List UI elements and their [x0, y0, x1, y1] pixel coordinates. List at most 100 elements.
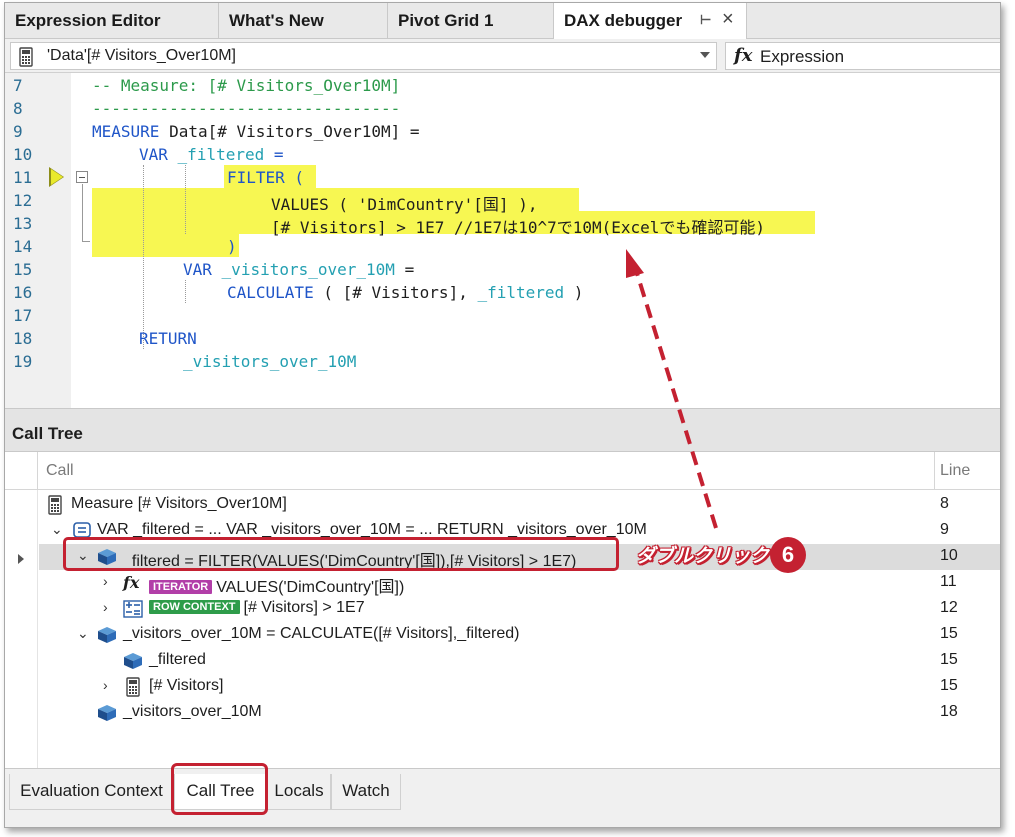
- tab-watch[interactable]: Watch: [331, 774, 401, 810]
- indent-guide: [143, 165, 144, 349]
- code-keyword: VAR: [139, 145, 168, 164]
- expression-label: Expression: [760, 47, 845, 66]
- line-number: 17: [13, 306, 33, 325]
- tab-label: DAX debugger: [564, 11, 683, 30]
- call-tree-header: Call Tree: [5, 416, 1000, 452]
- measure-dropdown[interactable]: 'Data'[# Visitors_Over10M]: [10, 42, 717, 70]
- tab-whats-new[interactable]: What's New: [219, 3, 388, 39]
- fold-line: [82, 184, 83, 242]
- code-variable: _visitors_over_10M: [221, 260, 395, 279]
- tab-label: Expression Editor: [15, 11, 161, 30]
- chevron-down-icon[interactable]: ⌄: [77, 625, 89, 642]
- code-keyword: FILTER: [227, 168, 285, 187]
- tree-row-line: 8: [940, 495, 949, 512]
- line-number: 8: [13, 99, 23, 118]
- code-variable: _filtered: [477, 283, 565, 302]
- tab-label: What's New: [229, 11, 324, 30]
- bottom-tab-bar: Evaluation Context Call Tree Locals Watc…: [5, 768, 1000, 827]
- tree-row[interactable]: › [# Visitors] 15: [39, 674, 1000, 700]
- code-line: -- Measure: [# Visitors_Over10M]: [92, 76, 401, 95]
- call-tree-grid[interactable]: Call Line Measure [# Visitors_Over10M] 8…: [5, 452, 1000, 768]
- calculator-icon: [126, 677, 140, 697]
- line-number: 14: [13, 237, 33, 256]
- selector-row: 'Data'[# Visitors_Over10M] fx Expression: [5, 39, 1000, 72]
- tab-locals[interactable]: Locals: [267, 774, 331, 810]
- current-statement-highlight: [92, 234, 239, 257]
- line-number: 13: [13, 214, 33, 233]
- line-number: 19: [13, 352, 33, 371]
- pin-icon[interactable]: ⊢: [700, 12, 711, 28]
- tab-expression-editor[interactable]: Expression Editor: [5, 3, 219, 39]
- code-line: CALCULATE ( [# Visitors], _filtered ): [227, 283, 583, 302]
- row-context-icon: [123, 600, 143, 618]
- panel-splitter[interactable]: [5, 408, 1000, 416]
- indent-guide: [185, 165, 186, 234]
- measure-dropdown-value: 'Data'[# Visitors_Over10M]: [47, 47, 236, 64]
- tree-row-line: 15: [940, 651, 958, 668]
- tree-row-line: 18: [940, 703, 958, 720]
- fx-icon: fx: [123, 573, 140, 592]
- chevron-right-icon[interactable]: ›: [103, 677, 108, 693]
- line-number: 9: [13, 122, 23, 141]
- column-header-row: Call Line: [5, 452, 1000, 490]
- tree-row[interactable]: _filtered 15: [39, 648, 1000, 674]
- tree-row[interactable]: Measure [# Visitors_Over10M] 8: [39, 492, 1000, 518]
- tab-label: Evaluation Context: [20, 781, 163, 800]
- calculator-icon: [19, 47, 33, 67]
- code-variable: _filtered: [177, 145, 265, 164]
- close-icon[interactable]: ×: [722, 8, 734, 31]
- code-keyword: RETURN: [139, 329, 197, 348]
- tab-label: Locals: [274, 781, 324, 800]
- tree-row[interactable]: ⌄ _visitors_over_10M = CALCULATE([# Visi…: [39, 622, 1000, 648]
- code-line: --------------------------------: [92, 99, 401, 118]
- tree-row-label: [# Visitors]: [149, 677, 224, 694]
- tree-row-line: 12: [940, 599, 958, 616]
- code-text: ( [# Visitors],: [313, 283, 478, 302]
- chevron-right-icon[interactable]: ›: [103, 599, 108, 615]
- dax-debugger-window: Expression Editor What's New Pivot Grid …: [4, 2, 1001, 828]
- code-text: ): [564, 283, 584, 302]
- tree-row-line: 10: [940, 547, 958, 564]
- panel-title: Call Tree: [12, 424, 83, 443]
- row-selector-column: [5, 490, 38, 768]
- tree-row-line: 9: [940, 521, 949, 538]
- tree-row-text: [# Visitors] > 1E7: [243, 599, 365, 616]
- tree-row-label: Measure [# Visitors_Over10M]: [71, 495, 287, 512]
- execution-pointer-fill: [51, 169, 63, 185]
- row-selector-header: [5, 452, 38, 490]
- line-number: 18: [13, 329, 33, 348]
- expression-field[interactable]: fx Expression: [725, 42, 1000, 70]
- code-editor[interactable]: 7 8 9 10 11 12 13 14 15 16 17 18 19 -- M…: [5, 72, 1000, 409]
- column-header-call[interactable]: Call: [46, 462, 74, 480]
- code-line: FILTER (: [227, 168, 304, 187]
- code-text: Data[# Visitors_Over10M] =: [159, 122, 420, 141]
- line-number: 12: [13, 191, 33, 210]
- tree-row-text: VALUES('DimCountry'[国]): [216, 579, 405, 596]
- code-line: MEASURE Data[# Visitors_Over10M] =: [92, 122, 420, 141]
- tree-row-label: ITERATOR VALUES('DimCountry'[国]): [149, 573, 404, 597]
- tree-row[interactable]: › fx ITERATOR VALUES('DimCountry'[国]) 11: [39, 570, 1000, 596]
- tree-row[interactable]: _visitors_over_10M 18: [39, 700, 1000, 726]
- code-text: =: [394, 260, 415, 279]
- chevron-right-icon[interactable]: ›: [103, 573, 108, 589]
- tree-row[interactable]: › ROW CONTEXT [# Visitors] > 1E7 12: [39, 596, 1000, 622]
- chevron-down-icon[interactable]: ⌄: [51, 521, 63, 538]
- var-block-icon: [73, 522, 91, 538]
- indent-guide: [185, 280, 186, 303]
- collapse-icon[interactable]: [76, 171, 88, 183]
- tab-dax-debugger[interactable]: DAX debugger ⊢ ×: [554, 3, 747, 40]
- calculator-icon: [48, 495, 62, 515]
- chevron-down-icon[interactable]: [700, 52, 710, 58]
- tree-row-line: 15: [940, 625, 958, 642]
- column-header-line[interactable]: Line: [940, 462, 970, 480]
- tab-evaluation-context[interactable]: Evaluation Context: [9, 774, 174, 810]
- code-line: VALUES ( 'DimCountry'[国] ),: [271, 195, 538, 214]
- tree-row-label: ROW CONTEXT [# Visitors] > 1E7: [149, 599, 365, 617]
- iterator-badge: ITERATOR: [149, 580, 213, 594]
- code-line: _visitors_over_10M: [183, 352, 357, 371]
- line-number: 16: [13, 283, 33, 302]
- callout-highlight-box: [63, 537, 619, 571]
- column-separator[interactable]: [934, 452, 935, 490]
- tab-pivot-grid[interactable]: Pivot Grid 1: [388, 3, 554, 39]
- variable-cube-icon: [98, 705, 116, 721]
